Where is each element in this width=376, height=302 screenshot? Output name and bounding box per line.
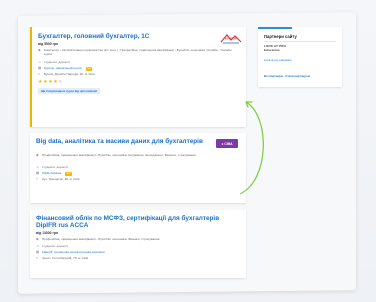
course-provider: ▦ Курсор, навчальний центр top	[38, 66, 238, 71]
course-audience-text: студенти, дорослі,	[42, 244, 69, 248]
course-address-text: вул. Хрещатик, 48, м. Київ	[42, 177, 80, 181]
pin-icon: ⌖	[36, 177, 38, 181]
course-provider-link[interactable]: Кавер5, тренінгово-консалтингова компані…	[42, 250, 105, 255]
course-provider-link[interactable]: Курсор, навчальний центр	[44, 66, 82, 71]
course-address: ⌖ просп. Голосіївський, 70, м. Київ	[36, 256, 236, 261]
cima-logo-text: CIMA	[224, 141, 233, 146]
course-title[interactable]: Big data, аналітика та масиви даних для …	[36, 138, 206, 145]
cima-mark-icon: ●	[221, 141, 224, 146]
course-card-3[interactable]: Фінансовий облік по МСФЗ, сертифікації д…	[30, 210, 246, 278]
course-audience-text: студенти, дорослі,	[42, 165, 69, 169]
course-price: від 5500 грн	[38, 42, 59, 46]
course-title[interactable]: Бухгалтер, головний бухгалтер, 1С	[38, 33, 149, 40]
building-icon: ▦	[38, 66, 42, 70]
building-icon: ▦	[36, 250, 40, 254]
sidebar-accent-bar	[258, 27, 292, 29]
partner-logo[interactable]: LOOK AT PRO Education	[264, 44, 286, 52]
course-card-2[interactable]: Big data, аналітика та масиви даних для …	[30, 133, 246, 203]
sidebar-title: Партнери сайту	[264, 34, 297, 39]
course-address: ⌖ Буіков, Дружби Народів, 20, м. Київ	[38, 72, 238, 77]
course-provider: ▦ Кавер5, тренінгово-консалтингова компа…	[36, 250, 236, 255]
course-audience: ☺ студенти, дорослі,	[36, 244, 236, 249]
course-topics-text: Комп'ютер - Автоматизація підприємства (…	[44, 48, 232, 56]
people-icon: ☺	[36, 165, 40, 169]
kursor-logo: КУРСОР	[220, 34, 242, 44]
partners-sidebar: Партнери сайту LOOK AT PRO Education Loo…	[258, 27, 342, 87]
tag-icon: ◆	[38, 48, 41, 52]
top-badge: top	[65, 172, 72, 176]
course-audience-text: студенти, дорослі,	[44, 60, 71, 64]
tag-icon: ◆	[36, 237, 39, 241]
pin-icon: ⌖	[36, 256, 38, 260]
course-card-1[interactable]: Бухгалтер, головний бухгалтер, 1С від 55…	[30, 27, 246, 127]
star-empty-icon: ★	[58, 79, 64, 85]
course-provider: ▦ СIMA Україна top	[36, 171, 236, 176]
curved-arrow-icon	[239, 101, 264, 195]
sidebar-divider	[264, 41, 336, 42]
course-topics: ◆ Комп'ютер - Автоматизація підприємства…	[38, 48, 238, 57]
course-topics: ◆ Професійна, підвищення кваліфікації - …	[36, 153, 236, 158]
rating-stars: ★★★★★	[38, 79, 63, 85]
pin-icon: ⌖	[38, 72, 40, 76]
tag-icon: ◆	[36, 153, 39, 157]
course-topics: ◆ Професійна, підвищення кваліфікації - …	[36, 237, 236, 242]
course-provider-link[interactable]: СIMA Україна	[42, 171, 61, 176]
people-icon: ☺	[36, 244, 40, 248]
cima-logo: ● CIMA	[216, 139, 238, 148]
course-topics-text: Професійна, підвищення кваліфікації - Бу…	[42, 153, 197, 157]
sidebar-footer-links[interactable]: Всі партнери · Стати партнером	[264, 74, 310, 78]
course-address-text: Буіков, Дружби Народів, 20, м. Київ	[44, 72, 95, 76]
course-topics-text: Професійна, підвищення кваліфікації - Бу…	[42, 237, 161, 241]
partner-link[interactable]: Look at pro education	[264, 58, 292, 62]
course-address-text: просп. Голосіївський, 70, м. Київ	[42, 256, 89, 260]
kursor-logo-text: КУРСОР	[225, 37, 237, 41]
top-badge: top	[85, 67, 93, 71]
people-icon: ☺	[38, 60, 42, 64]
course-audience: ☺ студенти, дорослі,	[38, 60, 238, 65]
course-title[interactable]: Фінансовий облік по МСФЗ, сертифікації д…	[36, 215, 236, 229]
course-address: ⌖ вул. Хрещатик, 48, м. Київ	[36, 177, 236, 182]
building-icon: ▦	[36, 171, 40, 175]
course-audience: ☺ студенти, дорослі,	[36, 165, 236, 170]
more-courses-button[interactable]: Ще 2 відповідних курси від цієї компанії	[38, 88, 100, 94]
partner-logo-line2: Education	[264, 47, 280, 52]
screenshot-stage: Бухгалтер, головний бухгалтер, 1С від 55…	[0, 0, 376, 302]
course-price: від 13000 грн	[36, 231, 59, 235]
